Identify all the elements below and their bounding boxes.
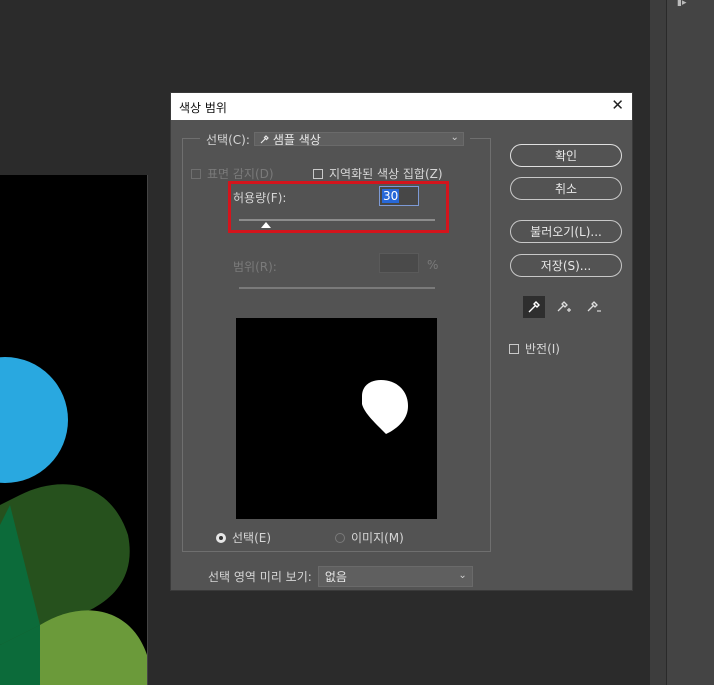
range-slider-track[interactable] xyxy=(239,287,435,289)
localized-clusters-checkbox[interactable] xyxy=(313,168,323,179)
right-panel-dock: ▮▸ xyxy=(650,0,714,685)
select-label: 선택(C): xyxy=(206,132,250,147)
blue-leaf-shape xyxy=(0,357,68,483)
selection-preview-label: 선택 영역 미리 보기: xyxy=(208,570,312,584)
cancel-button[interactable]: 취소 xyxy=(510,177,622,200)
range-input[interactable] xyxy=(379,253,419,273)
eyedropper-minus-icon xyxy=(587,301,601,312)
range-unit: % xyxy=(427,258,439,272)
range-label: 범위(R): xyxy=(233,260,277,274)
eyedropper-tool[interactable] xyxy=(523,296,545,318)
save-button[interactable]: 저장(S)... xyxy=(510,254,622,277)
ok-button[interactable]: 확인 xyxy=(510,144,622,167)
detect-faces-label: 표면 감지(D) xyxy=(207,167,274,181)
detect-faces-row: 표면 감지(D) xyxy=(191,165,274,182)
preview-mask xyxy=(362,380,408,434)
panel-column xyxy=(667,0,714,685)
document-canvas[interactable] xyxy=(0,175,148,685)
panel-icon[interactable]: ▮▸ xyxy=(677,0,689,8)
fuzziness-label: 허용량(F): xyxy=(233,191,287,205)
olive-leaf-shape xyxy=(40,610,147,685)
dialog-title: 색상 범위 xyxy=(179,101,227,115)
color-range-dialog: 색상 범위 ✕ 선택(C): 샘플 색상 ⌄ 표면 감지(D) 지역화된 색상 … xyxy=(170,92,633,591)
close-icon[interactable]: ✕ xyxy=(611,96,624,114)
select-row: 선택(C): 샘플 색상 ⌄ xyxy=(200,131,470,147)
fuzziness-value: 30 xyxy=(382,189,400,203)
selection-preview-value: 없음 xyxy=(324,570,347,584)
canvas-artwork xyxy=(0,357,147,685)
radio-selection-row: 선택(E) xyxy=(216,529,271,546)
selection-preview-dropdown[interactable]: 없음 ⌄ xyxy=(317,566,473,587)
radio-selection-label: 선택(E) xyxy=(232,531,272,545)
detect-faces-checkbox[interactable] xyxy=(191,168,201,179)
fuzziness-input[interactable]: 30 xyxy=(379,186,419,206)
chevron-down-icon: ⌄ xyxy=(458,570,467,581)
radio-image[interactable] xyxy=(335,532,345,543)
chevron-down-icon: ⌄ xyxy=(450,132,459,143)
eyedropper-plus-icon xyxy=(557,301,571,312)
localized-clusters-row: 지역화된 색상 집합(Z) xyxy=(313,165,443,182)
select-value: 샘플 색상 xyxy=(272,132,321,147)
eyedropper-minus-tool[interactable] xyxy=(583,296,605,318)
invert-label: 반전(I) xyxy=(525,342,560,356)
select-dropdown[interactable]: 샘플 색상 ⌄ xyxy=(253,132,464,147)
eyedropper-icon xyxy=(260,134,269,143)
eyedropper-toolset xyxy=(523,296,605,318)
load-button[interactable]: 불러오기(L)... xyxy=(510,220,622,243)
dialog-titlebar: 색상 범위 ✕ xyxy=(171,93,632,120)
radio-selection[interactable] xyxy=(216,532,226,543)
selection-preview xyxy=(236,318,437,519)
invert-checkbox[interactable] xyxy=(509,343,519,354)
fuzziness-slider-thumb[interactable] xyxy=(261,222,272,228)
fuzziness-slider-track[interactable] xyxy=(239,219,435,221)
eyedropper-icon xyxy=(528,301,540,313)
radio-image-row: 이미지(M) xyxy=(335,529,404,546)
selection-preview-row: 선택 영역 미리 보기: 없음 ⌄ xyxy=(208,566,473,587)
radio-image-label: 이미지(M) xyxy=(351,531,404,545)
localized-clusters-label: 지역화된 색상 집합(Z) xyxy=(329,167,443,181)
invert-row: 반전(I) xyxy=(509,340,560,357)
eyedropper-plus-tool[interactable] xyxy=(553,296,575,318)
